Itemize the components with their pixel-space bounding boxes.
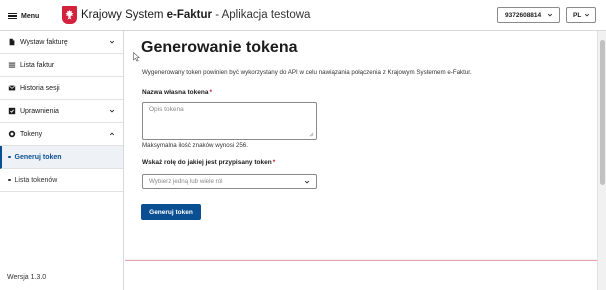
chevron-down-icon <box>584 13 590 17</box>
chevron-down-icon <box>109 109 115 113</box>
token-name-label: Nazwa własna tokena* <box>142 89 212 96</box>
chevron-down-icon <box>109 40 115 44</box>
top-bar: Menu Krajowy System e-Faktur - Aplikacja… <box>0 0 606 31</box>
brand-subtitle: - Aplikacja testowa <box>212 9 311 21</box>
generate-token-button[interactable]: Generuj token <box>141 204 201 220</box>
scrollbar-thumb[interactable] <box>600 40 605 185</box>
sidebar-item-label: Historia sesji <box>20 84 60 92</box>
sidebar-item-historia-sesji[interactable]: Historia sesji <box>0 77 123 100</box>
bullet-icon <box>8 155 11 159</box>
document-icon <box>8 38 16 46</box>
token-icon <box>8 130 16 138</box>
main-content: Generowanie tokena Wygenerowany token po… <box>125 31 597 290</box>
chevron-up-icon <box>109 132 115 136</box>
required-mark: * <box>272 159 276 166</box>
emblem-icon <box>62 6 77 24</box>
sidebar-subitem-generuj-token[interactable]: Generuj token <box>0 146 123 169</box>
brand-bold: e-Faktur <box>166 9 213 21</box>
role-label-text: Wskaż rolę do jakiej jest przypisany tok… <box>142 159 272 166</box>
resize-handle-icon[interactable] <box>309 132 314 137</box>
checkbox-icon <box>8 107 16 115</box>
sidebar-item-uprawnienia[interactable]: Uprawnienia <box>0 100 123 123</box>
sidebar-item-label: Uprawnienia <box>20 107 59 115</box>
envelope-icon <box>8 84 16 92</box>
sidebar-subitem-label: Lista tokenów <box>14 176 58 184</box>
brand-main: Krajowy System <box>81 9 167 21</box>
token-name-placeholder: Opis tokena <box>149 106 184 113</box>
sidebar-item-label: Tokeny <box>20 130 43 138</box>
required-mark: * <box>209 89 213 96</box>
menu-label: Menu <box>21 12 40 20</box>
version-label: Wersja 1.3.0 <box>7 274 47 281</box>
hamburger-icon <box>8 12 17 20</box>
token-name-textarea[interactable]: Opis tokena <box>142 102 317 140</box>
page-scrollbar[interactable] <box>597 31 606 290</box>
chevron-down-icon <box>547 13 553 17</box>
role-select-placeholder: Wybierz jedną lub wiele ról <box>149 178 223 185</box>
token-name-label-text: Nazwa własna tokena <box>142 89 209 96</box>
nip-select[interactable]: 9372608814 <box>497 7 560 23</box>
sidebar-item-wystaw-fakture[interactable]: Wystaw fakturę <box>0 31 123 54</box>
next-section-card <box>125 260 597 290</box>
language-value: PL <box>573 11 582 19</box>
sidebar-item-label: Lista faktur <box>20 61 55 69</box>
mouse-cursor-icon <box>133 52 140 62</box>
sidebar-subitem-lista-tokenow[interactable]: Lista tokenów <box>0 169 123 192</box>
token-form-card: Generowanie tokena Wygenerowany token po… <box>125 31 597 259</box>
nip-value: 9372608814 <box>505 11 542 19</box>
sidebar-subitem-label: Generuj token <box>14 153 62 161</box>
chevron-down-icon <box>304 180 310 183</box>
menu-button[interactable]: Menu <box>8 9 39 23</box>
list-icon <box>8 61 16 69</box>
bullet-icon <box>8 178 11 182</box>
app-title: Krajowy System e-Faktur - Aplikacja test… <box>81 8 310 22</box>
sidebar-item-tokeny[interactable]: Tokeny <box>0 123 123 146</box>
role-select[interactable]: Wybierz jedną lub wiele ról <box>142 174 317 189</box>
eagle-icon <box>65 10 74 20</box>
role-label: Wskaż rolę do jakiej jest przypisany tok… <box>142 159 275 166</box>
sidebar-item-label: Wystaw fakturę <box>20 38 68 46</box>
page-title: Generowanie tokena <box>141 39 298 56</box>
page-description: Wygenerowany token powinien być wykorzys… <box>142 69 472 76</box>
sidebar-item-lista-faktur[interactable]: Lista faktur <box>0 54 123 77</box>
token-name-hint: Maksymalna ilość znaków wynosi 256. <box>142 142 248 149</box>
sidebar: Wystaw fakturę Lista faktur Historia ses… <box>0 31 124 290</box>
language-select[interactable]: PL <box>566 7 596 23</box>
